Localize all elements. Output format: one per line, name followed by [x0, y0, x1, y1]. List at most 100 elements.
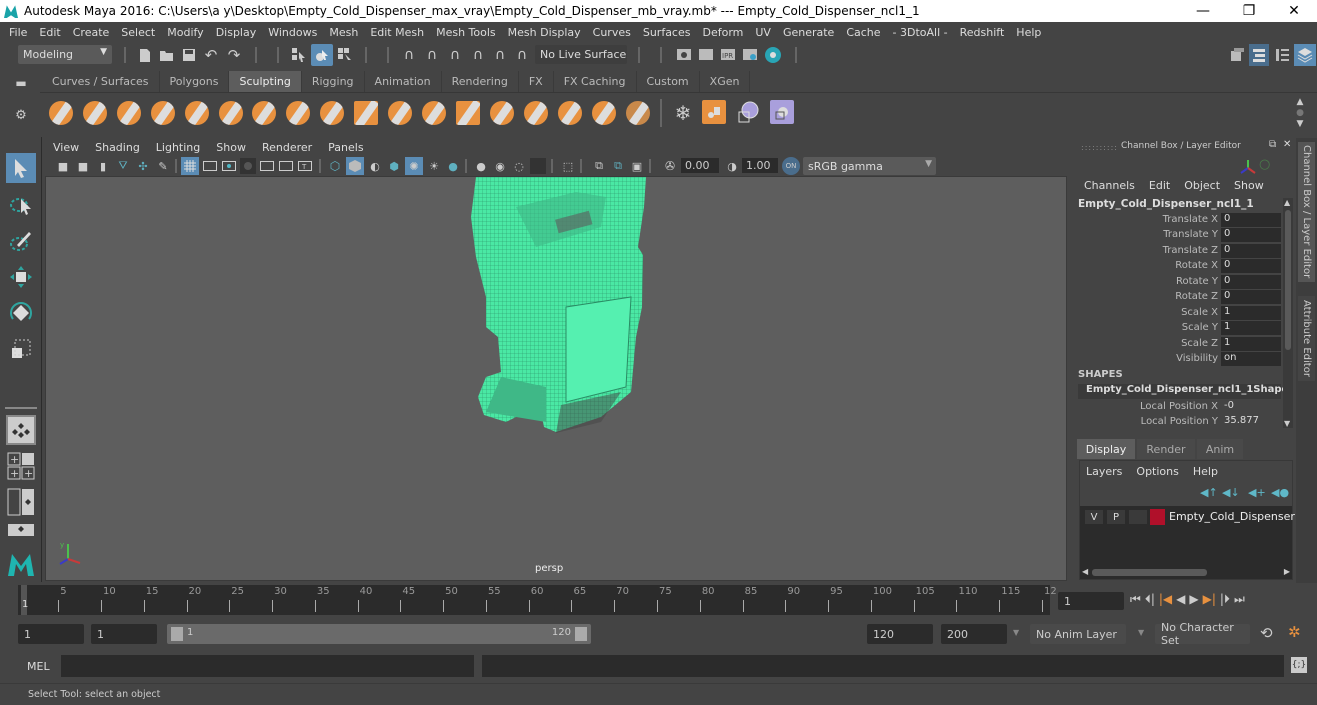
layer-display-type-toggle[interactable] — [1129, 510, 1147, 524]
anim-layer-dropdown[interactable]: No Anim Layer — [1030, 624, 1126, 644]
safe-action-icon[interactable] — [278, 158, 294, 174]
foamy-tool-icon[interactable] — [252, 101, 276, 125]
menu-select[interactable]: Select — [115, 26, 161, 39]
snap-point-icon[interactable]: ∩ — [445, 45, 465, 65]
menu-help[interactable]: Help — [1010, 26, 1047, 39]
tab-rendering[interactable]: Rendering — [441, 71, 519, 92]
isolate-select-icon[interactable] — [530, 158, 546, 174]
channel-value[interactable]: 0 — [1221, 259, 1281, 273]
maya-home-logo-icon[interactable] — [6, 547, 36, 579]
step-back-key-icon[interactable]: |◀ — [1159, 592, 1172, 607]
layer-horizontal-scrollbar[interactable]: ◀ ▶ — [1080, 567, 1292, 578]
scroll-down-icon[interactable]: ▼ — [1284, 419, 1290, 428]
close-panel-icon[interactable]: ✕ — [1283, 139, 1291, 150]
motion-blur-icon[interactable]: ● — [473, 158, 489, 174]
save-scene-icon[interactable] — [181, 46, 197, 64]
tab-xgen[interactable]: XGen — [699, 71, 751, 92]
menu-object[interactable]: Object — [1184, 179, 1220, 192]
go-to-start-icon[interactable]: ⏮ — [1130, 592, 1141, 607]
blend-shape-editor-icon[interactable] — [770, 100, 794, 124]
menu-file[interactable]: File — [3, 26, 33, 39]
menu-layers[interactable]: Layers — [1086, 465, 1122, 478]
play-backwards-icon[interactable]: ◀ — [1176, 592, 1185, 607]
viewport-persp[interactable]: y persp — [45, 176, 1067, 581]
minimize-button[interactable]: — — [1180, 0, 1226, 22]
open-scene-icon[interactable] — [158, 46, 176, 64]
image-plane-icon[interactable]: ⛛ — [115, 158, 131, 174]
menu-modify[interactable]: Modify — [161, 26, 209, 39]
grease-pencil-icon[interactable]: ✎ — [155, 158, 171, 174]
layer-visibility-toggle[interactable]: V — [1085, 510, 1103, 524]
shape-channel-row[interactable]: Local Position X -0 — [1073, 400, 1283, 415]
channel-row[interactable]: Visibility on — [1073, 352, 1283, 367]
screen-space-ao-icon[interactable]: ● — [445, 158, 461, 174]
modeling-toolkit-icon[interactable] — [1227, 45, 1247, 65]
current-frame-field[interactable]: 1 — [1058, 592, 1124, 610]
command-language-label[interactable]: MEL — [27, 660, 50, 673]
persp-graph-layout-icon[interactable] — [6, 523, 36, 541]
tab-curves-surfaces[interactable]: Curves / Surfaces — [42, 71, 160, 92]
repeat-tool-icon[interactable] — [320, 101, 344, 125]
script-editor-icon[interactable]: {;} — [1291, 657, 1307, 673]
menu-deform[interactable]: Deform — [696, 26, 749, 39]
channel-row[interactable]: Rotate X0 — [1073, 259, 1283, 274]
tab-attribute-editor[interactable]: Attribute Editor — [1298, 296, 1315, 381]
scrollbar-thumb[interactable] — [1285, 210, 1291, 350]
single-perspective-layout-icon[interactable] — [6, 415, 36, 445]
new-empty-layer-icon[interactable]: ◀+ — [1248, 486, 1266, 499]
range-start-handle[interactable] — [171, 627, 183, 641]
convert-to-frozen-icon[interactable]: ❄ — [670, 100, 696, 126]
tab-channel-box-layer-editor[interactable]: Channel Box / Layer Editor — [1298, 142, 1315, 282]
tab-animation[interactable]: Animation — [364, 71, 442, 92]
paint-select-tool-icon[interactable] — [6, 226, 36, 256]
channel-value[interactable]: -0 — [1221, 400, 1281, 414]
menu-3dtoall[interactable]: - 3DtoAll - — [887, 26, 954, 39]
menu-layer-help[interactable]: Help — [1193, 465, 1218, 478]
hypershade-icon[interactable] — [763, 45, 783, 65]
menu-surfaces[interactable]: Surfaces — [637, 26, 697, 39]
tab-display[interactable]: Display — [1077, 439, 1135, 459]
snap-grid-icon[interactable]: ∩ — [399, 45, 419, 65]
speed-icon[interactable]: ○ — [1259, 157, 1270, 172]
color-management-toggle[interactable]: ON — [782, 157, 800, 175]
menu-cb-edit[interactable]: Edit — [1149, 179, 1170, 192]
relax-tool-icon[interactable] — [117, 101, 141, 125]
time-slider[interactable]: 1 5 10 15 20 25 30 35 40 45 50 55 60 65 70 75 80 85 90 95 10… — [18, 585, 1057, 615]
layer-playback-toggle[interactable]: P — [1107, 510, 1125, 524]
depth-of-field-icon[interactable]: ◌ — [511, 158, 527, 174]
menu-channels[interactable]: Channels — [1084, 179, 1135, 192]
channel-row[interactable]: Scale Z1 — [1073, 337, 1283, 352]
channel-row[interactable]: Rotate Y0 — [1073, 275, 1283, 290]
channel-row[interactable]: Translate Y0 — [1073, 228, 1283, 243]
restore-button[interactable]: ❐ — [1226, 0, 1272, 22]
select-hierarchy-icon[interactable] — [289, 45, 309, 65]
smooth-tool-icon[interactable] — [83, 101, 107, 125]
character-set-chevron-icon[interactable]: ▼ — [1138, 628, 1144, 637]
gamma-icon[interactable]: ◑ — [725, 158, 739, 174]
menu-edit-mesh[interactable]: Edit Mesh — [364, 26, 430, 39]
menu-uv[interactable]: UV — [749, 26, 777, 39]
tab-sculpting[interactable]: Sculpting — [229, 71, 302, 92]
anim-layer-chevron-icon[interactable]: ▼ — [1013, 628, 1019, 637]
step-forward-frame-icon[interactable]: |⏵ — [1220, 592, 1230, 607]
pinch-tool-icon[interactable] — [185, 101, 209, 125]
render-settings-icon[interactable] — [741, 45, 759, 63]
channel-row[interactable]: Scale X1 — [1073, 306, 1283, 321]
menu-display[interactable]: Display — [210, 26, 263, 39]
field-chart-icon[interactable] — [259, 158, 275, 174]
redo-icon[interactable]: ↷ — [225, 46, 243, 64]
shadows-icon[interactable]: ☀ — [426, 158, 442, 174]
move-tool-icon[interactable] — [6, 262, 36, 292]
lasso-tool-icon[interactable] — [6, 190, 36, 220]
sculpt-tool-icon[interactable] — [49, 101, 73, 125]
gear-icon[interactable]: ⚙ — [14, 108, 28, 123]
camera-attributes-icon[interactable]: ■ — [75, 158, 91, 174]
tab-rigging[interactable]: Rigging — [301, 71, 365, 92]
start-time-field[interactable]: 1 — [18, 624, 84, 644]
wireframe-icon[interactable]: ⬡ — [327, 158, 343, 174]
shape-channel-row[interactable]: Local Position Y 35.877 — [1073, 415, 1283, 430]
channel-row[interactable]: Scale Y1 — [1073, 321, 1283, 336]
range-slider[interactable]: 1 120 — [167, 624, 591, 644]
xray-icon[interactable]: ⬚ — [560, 158, 576, 174]
tab-polygons[interactable]: Polygons — [159, 71, 230, 92]
